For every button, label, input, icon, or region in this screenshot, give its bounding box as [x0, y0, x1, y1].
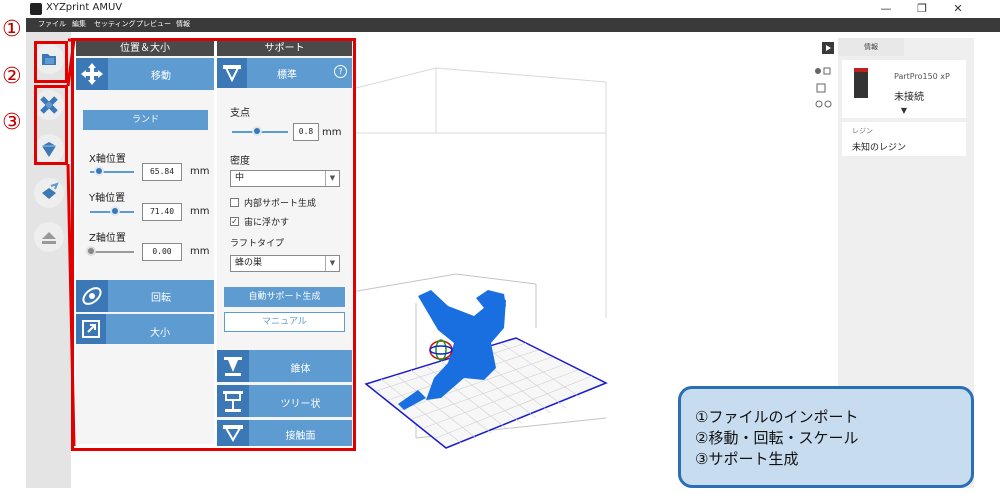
z-position-input[interactable]: 0.00 — [142, 243, 182, 261]
internal-support-label: 内部サポート生成 — [244, 199, 317, 209]
resin-label: レジン — [852, 127, 873, 135]
view-reset-icon[interactable] — [815, 68, 821, 74]
chevron-down-icon[interactable]: ▼ — [842, 106, 966, 118]
support-mode-label: 標準 — [277, 70, 297, 81]
menu-preview[interactable]: プレビュー — [136, 19, 171, 29]
chevron-down-icon: ▼ — [325, 256, 339, 271]
menu-file[interactable]: ファイル — [38, 19, 66, 29]
move-bar[interactable]: 移動 — [76, 58, 214, 90]
annotation-line-3: ③サポート生成 — [695, 450, 799, 468]
raft-type-select[interactable]: 蜂の巣 ▼ — [230, 255, 340, 272]
annotation-number-1: ① — [2, 17, 22, 42]
tree-support-bar[interactable]: ツリー状 — [217, 385, 352, 417]
app-title: XYZprint AMUV — [46, 2, 123, 13]
move-arrows-icon — [76, 58, 108, 90]
z-axis-label: Z軸位置 — [89, 233, 126, 244]
tab-info[interactable]: 情報 — [838, 38, 904, 56]
auto-support-button[interactable]: 自動サポート生成 — [224, 287, 345, 307]
title-bar: XYZprint AMUV — ❐ ✕ — [26, 0, 1000, 18]
z-unit: mm — [190, 246, 210, 257]
help-icon[interactable]: ? — [334, 65, 347, 78]
menu-edit[interactable]: 編集 — [72, 19, 86, 29]
raft-type-label: ラフトタイプ — [230, 239, 285, 249]
y-position-input[interactable]: 71.40 — [142, 203, 182, 221]
menu-info[interactable]: 情報 — [176, 19, 190, 29]
annotation-number-2: ② — [2, 64, 22, 89]
tree-icon — [217, 385, 249, 417]
resin-card[interactable]: レジン 未知のレジン — [842, 122, 966, 156]
rotate-icon — [76, 280, 108, 312]
float-label: 宙に浮かす — [244, 218, 290, 228]
standard-support-icon — [217, 58, 247, 88]
position-panel-header: 位置＆大小 — [76, 41, 214, 56]
annotation-line-2: ②移動・回転・スケール — [695, 429, 859, 447]
app-window: XYZprint AMUV — ❐ ✕ ファイル 編集 セッティング プレビュー… — [0, 0, 1000, 494]
printer-name: PartPro150 xP — [894, 72, 950, 81]
chevron-down-icon: ▼ — [325, 171, 339, 186]
menu-settings[interactable]: セッティング — [94, 19, 136, 29]
support-panel-header: サポート — [217, 41, 352, 56]
x-position-input[interactable]: 65.84 — [142, 163, 182, 181]
printer-status: 未接続 — [894, 92, 924, 103]
menu-bar: ファイル 編集 セッティング プレビュー 情報 — [26, 18, 1000, 32]
y-slider-knob[interactable] — [110, 206, 120, 216]
printer-icon — [854, 68, 868, 98]
support-point-unit: mm — [322, 127, 342, 138]
x-slider-knob[interactable] — [94, 166, 104, 176]
z-slider-knob[interactable] — [86, 246, 96, 256]
y-unit: mm — [190, 206, 210, 217]
density-label: 密度 — [230, 156, 250, 167]
float-checkbox[interactable]: ✓ — [230, 217, 239, 226]
scale-bar[interactable]: 大小 — [76, 314, 214, 344]
cone-support-bar[interactable]: 錐体 — [217, 350, 352, 382]
cone-icon — [217, 350, 249, 382]
land-button[interactable]: ランド — [83, 110, 208, 130]
scale-label: 大小 — [150, 328, 170, 339]
y-axis-label: Y軸位置 — [89, 193, 126, 204]
resin-value: 未知のレジン — [852, 143, 907, 153]
density-value: 中 — [235, 173, 245, 183]
close-button[interactable]: ✕ — [950, 1, 966, 17]
x-unit: mm — [190, 166, 210, 177]
annotation-box: ①ファイルのインポート ②移動・回転・スケール ③サポート生成 — [678, 386, 974, 488]
cone-label: 錐体 — [290, 364, 311, 375]
support-point-input[interactable]: 0.8 — [293, 123, 319, 141]
annotation-number-3: ③ — [2, 110, 22, 135]
contact-label: 接触面 — [285, 431, 316, 442]
move-label: 移動 — [151, 71, 171, 82]
rotate-bar[interactable]: 回転 — [76, 280, 214, 312]
support-mode-bar[interactable]: 標準 ? — [217, 58, 352, 88]
app-logo-icon — [30, 3, 42, 15]
x-axis-label: X軸位置 — [89, 154, 126, 165]
raft-type-value: 蜂の巣 — [235, 258, 263, 268]
rotate-label: 回転 — [151, 293, 171, 304]
annotation-line-1: ①ファイルのインポート — [695, 408, 859, 426]
support-point-label: 支点 — [230, 108, 250, 119]
tree-label: ツリー状 — [280, 399, 321, 410]
internal-support-checkbox[interactable] — [230, 198, 239, 207]
point-slider-knob[interactable] — [252, 126, 262, 136]
contact-surface-icon — [217, 420, 249, 446]
density-select[interactable]: 中 ▼ — [230, 170, 340, 187]
z-slider-track[interactable] — [90, 251, 134, 253]
printer-card[interactable]: PartPro150 xP 未接続 — [842, 60, 966, 106]
contact-support-bar[interactable]: 接触面 — [217, 420, 352, 446]
manual-support-button[interactable]: マニュアル — [224, 312, 345, 332]
maximize-button[interactable]: ❐ — [914, 1, 930, 17]
minimize-button[interactable]: — — [878, 1, 894, 17]
scale-icon — [76, 314, 106, 344]
